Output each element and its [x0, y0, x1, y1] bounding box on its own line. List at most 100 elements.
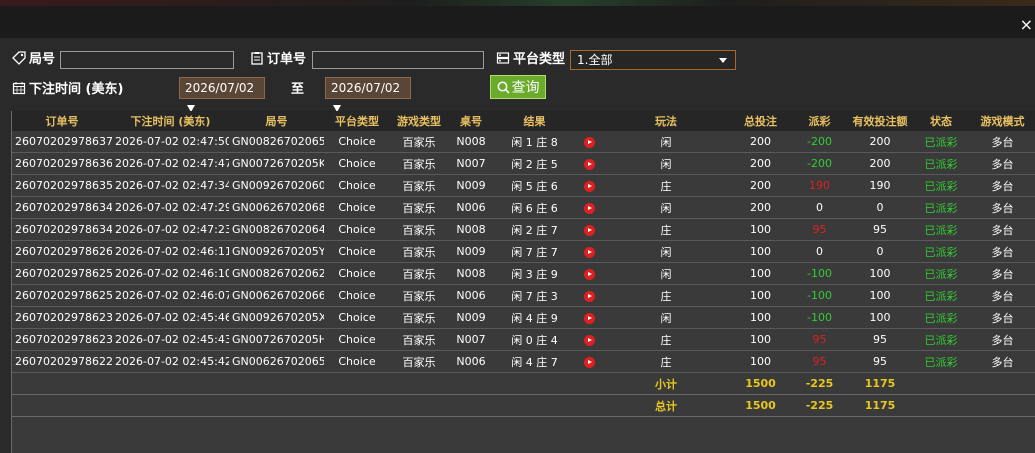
col-game-mode: 游戏模式 — [969, 111, 1035, 131]
replay-cell — [575, 152, 603, 175]
col-table-no: 桌号 — [448, 111, 494, 131]
play-video-icon[interactable] — [583, 136, 595, 148]
cell-total-bet: 200 — [729, 131, 792, 153]
cell-result: 闲 7 庄 7 — [494, 240, 575, 263]
cell-valid-bet: 95 — [847, 350, 913, 373]
cell-order-no: 260702029786349 — [12, 196, 112, 219]
cell-play-type: 闲 — [603, 152, 729, 175]
cell-game-mode: 多台 — [969, 240, 1035, 263]
cell-platform: Choice — [324, 262, 390, 285]
cell-result: 闲 7 庄 3 — [494, 284, 575, 307]
table-row: 260702029786256 2026-07-02 02:46:07 GN0062… — [12, 284, 1035, 307]
cell-total-bet: 100 — [729, 218, 792, 241]
cell-result: 闲 2 庄 7 — [494, 218, 575, 241]
cell-round-no: GN00826702065 — [229, 131, 324, 153]
cell-game-type: 百家乐 — [390, 262, 448, 285]
play-video-icon[interactable] — [583, 312, 595, 324]
cell-game-mode: 多台 — [969, 284, 1035, 307]
play-video-icon[interactable] — [583, 224, 595, 236]
cell-order-no: 260702029786354 — [12, 174, 112, 197]
query-button[interactable]: 查询 — [490, 75, 546, 99]
cell-platform: Choice — [324, 306, 390, 329]
order-input[interactable] — [312, 51, 484, 69]
subtotal-payout: -225 — [792, 372, 847, 395]
cell-payout: -100 — [792, 262, 847, 285]
cell-platform: Choice — [324, 218, 390, 241]
cell-status: 已派彩 — [913, 131, 969, 153]
cell-status: 已派彩 — [913, 328, 969, 351]
cell-round-no: GN0092670205Y — [229, 240, 324, 263]
title-bar: × — [0, 6, 1035, 38]
cell-table-no: N009 — [448, 306, 494, 329]
cell-game-mode: 多台 — [969, 350, 1035, 373]
subtotal-valid-bet: 1175 — [847, 372, 913, 395]
replay-cell — [575, 350, 603, 373]
play-video-icon[interactable] — [583, 334, 595, 346]
table-row: 260702029786349 2026-07-02 02:47:29 GN0062… — [12, 196, 1035, 219]
cell-result: 闲 0 庄 4 — [494, 328, 575, 351]
cell-platform: Choice — [324, 284, 390, 307]
table-row: 260702029786372 2026-07-02 02:47:50 GN0082… — [12, 131, 1035, 153]
cell-status: 已派彩 — [913, 262, 969, 285]
play-video-icon[interactable] — [583, 290, 595, 302]
cell-payout: -200 — [792, 131, 847, 153]
cell-play-type: 庄 — [603, 174, 729, 197]
cell-platform: Choice — [324, 350, 390, 373]
close-icon[interactable]: × — [1020, 17, 1033, 33]
cell-total-bet: 100 — [729, 328, 792, 351]
cell-valid-bet: 200 — [847, 152, 913, 175]
cell-order-no: 260702029786226 — [12, 350, 112, 373]
cell-valid-bet: 100 — [847, 284, 913, 307]
cell-platform: Choice — [324, 131, 390, 153]
cell-game-type: 百家乐 — [390, 131, 448, 153]
cell-bet-time: 2026-07-02 02:47:29 — [112, 196, 229, 219]
play-video-icon[interactable] — [583, 158, 595, 170]
cell-status: 已派彩 — [913, 174, 969, 197]
play-video-icon[interactable] — [583, 180, 595, 192]
col-result: 结果 — [494, 111, 575, 131]
date-from-value: 2026/07/02 — [185, 81, 255, 95]
cell-payout: 0 — [792, 240, 847, 263]
round-input[interactable] — [60, 51, 234, 69]
date-to-picker[interactable]: 2026/07/02 — [325, 77, 411, 112]
cell-total-bet: 200 — [729, 152, 792, 175]
play-video-icon[interactable] — [583, 246, 595, 258]
platform-label: 平台类型 — [496, 48, 565, 67]
cell-valid-bet: 200 — [847, 131, 913, 153]
cell-result: 闲 6 庄 6 — [494, 196, 575, 219]
platform-select[interactable]: 1.全部 — [570, 50, 736, 70]
round-label: 局号 — [12, 48, 55, 67]
cell-game-mode: 多台 — [969, 328, 1035, 351]
bet-records-table-wrap: 订单号 下注时间 (美东) 局号 平台类型 游戏类型 桌号 结果 玩法 总投注 … — [11, 111, 1035, 453]
play-video-icon[interactable] — [583, 268, 595, 280]
cell-bet-time: 2026-07-02 02:46:07 — [112, 284, 229, 307]
cell-order-no: 260702029786342 — [12, 218, 112, 241]
table-header-row: 订单号 下注时间 (美东) 局号 平台类型 游戏类型 桌号 结果 玩法 总投注 … — [12, 111, 1035, 131]
cell-payout: 95 — [792, 328, 847, 351]
clipboard-icon — [251, 51, 263, 65]
cell-play-type: 庄 — [603, 218, 729, 241]
col-valid-bet: 有效投注额 — [847, 111, 913, 131]
table-row: 260702029786369 2026-07-02 02:47:47 GN0072… — [12, 152, 1035, 175]
cell-game-mode: 多台 — [969, 306, 1035, 329]
cell-valid-bet: 95 — [847, 218, 913, 241]
table-row: 260702029786267 2026-07-02 02:46:11 GN0092… — [12, 240, 1035, 263]
play-video-icon[interactable] — [583, 356, 595, 368]
cell-play-type: 庄 — [603, 284, 729, 307]
table-row: 260702029786226 2026-07-02 02:45:42 GN0062… — [12, 350, 1035, 373]
cell-game-type: 百家乐 — [390, 174, 448, 197]
cell-play-type: 庄 — [603, 328, 729, 351]
play-video-icon[interactable] — [583, 202, 595, 214]
cell-table-no: N009 — [448, 174, 494, 197]
cell-game-type: 百家乐 — [390, 284, 448, 307]
order-label: 订单号 — [250, 48, 306, 67]
cell-valid-bet: 100 — [847, 306, 913, 329]
col-order-no: 订单号 — [12, 111, 112, 131]
subtotal-row: 小计 1500 -225 1175 — [12, 372, 1035, 395]
cell-table-no: N007 — [448, 152, 494, 175]
tag-icon — [12, 50, 26, 65]
date-from-picker[interactable]: 2026/07/02 — [179, 77, 265, 112]
cell-bet-time: 2026-07-02 02:46:11 — [112, 240, 229, 263]
calendar-icon — [12, 81, 26, 94]
col-play-type: 玩法 — [603, 111, 729, 131]
